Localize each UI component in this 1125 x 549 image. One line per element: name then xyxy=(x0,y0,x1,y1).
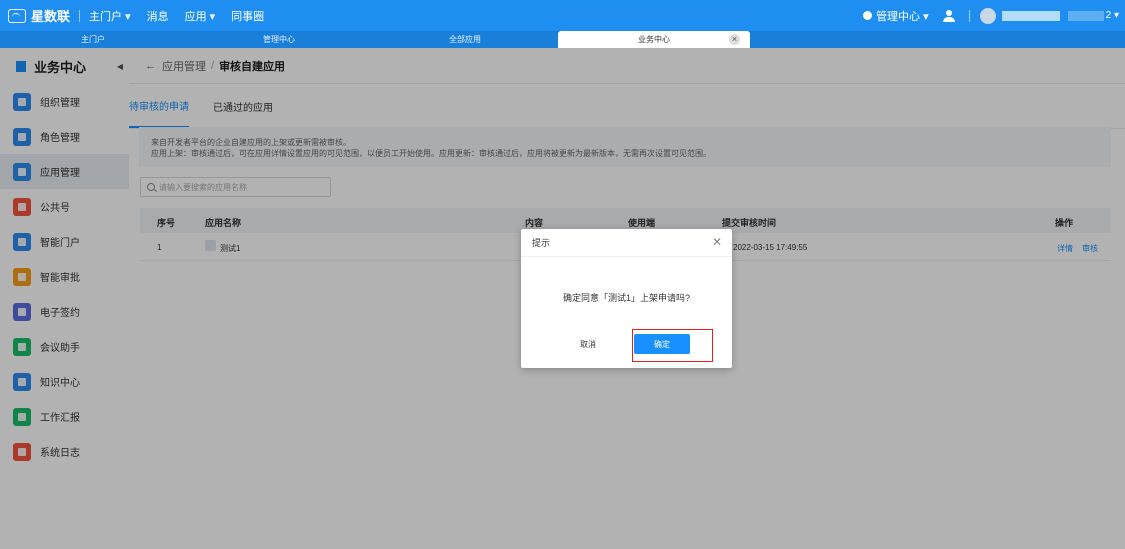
nav-main-portal[interactable]: 主门户 ▾ xyxy=(89,8,131,24)
gear-icon xyxy=(863,11,873,20)
user-org-redacted xyxy=(1001,10,1060,21)
nav-apps[interactable]: 应用 ▾ xyxy=(185,8,216,24)
top-navbar: 星数联 主门户 ▾ 消息 应用 ▾ 同事圈 管理中心 ▾ 2 ▾ xyxy=(0,0,1125,31)
window-tab-business-center[interactable]: 业务中心 × xyxy=(558,31,750,48)
avatar[interactable] xyxy=(979,7,996,24)
window-tab-mgmt-center[interactable]: 管理中心 xyxy=(186,31,372,48)
nav-colleagues[interactable]: 同事圈 xyxy=(231,8,264,24)
app-name: 星数联 xyxy=(31,9,71,24)
divider xyxy=(79,9,81,22)
contacts-icon[interactable] xyxy=(942,9,957,22)
user-menu[interactable]: 2 ▾ xyxy=(1068,10,1119,21)
dialog-title: 提示 xyxy=(532,238,551,248)
divider xyxy=(968,9,970,22)
cancel-button[interactable]: 取消 xyxy=(561,334,615,354)
mgmt-center-label: 管理中心 ▾ xyxy=(876,10,929,23)
nav-messages[interactable]: 消息 xyxy=(147,8,169,24)
dialog-message: 确定同意「测试1」上架申请吗? xyxy=(562,293,690,303)
close-icon[interactable]: × xyxy=(729,34,740,45)
dialog-header: 提示 xyxy=(521,229,732,257)
mgmt-center-menu[interactable]: 管理中心 ▾ xyxy=(863,8,929,24)
window-tab-all-apps[interactable]: 全部应用 xyxy=(372,31,558,48)
cloud-icon xyxy=(8,8,26,23)
highlight-box xyxy=(632,329,713,362)
window-tabs: 主门户 管理中心 全部应用 业务中心 × xyxy=(0,31,1125,48)
window-tab-main-portal[interactable]: 主门户 xyxy=(0,31,186,48)
logo[interactable]: 星数联 xyxy=(8,6,70,25)
close-icon[interactable]: ✕ xyxy=(712,236,722,248)
window-tab-label: 业务中心 xyxy=(638,35,670,44)
